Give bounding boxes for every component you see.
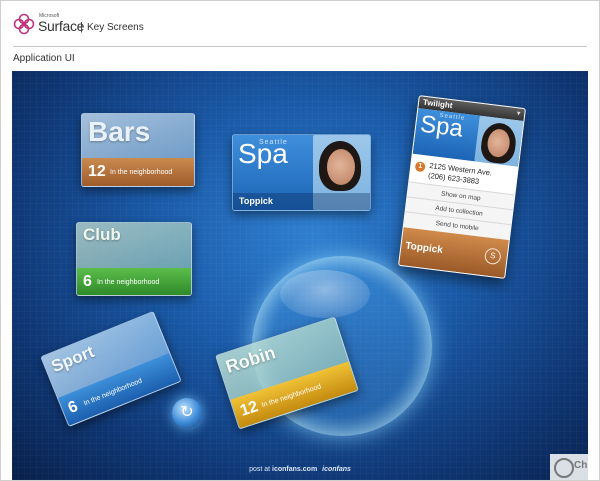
tile-count: 12 (238, 398, 261, 420)
tile-brand: Toppick (239, 196, 273, 206)
tile-spa[interactable]: Spa Seattle Toppick (232, 134, 371, 211)
portrait-photo (474, 115, 524, 167)
window-frame: Microsoft Surface | Key Screens Applicat… (0, 0, 600, 481)
section-label: Application UI (13, 53, 75, 64)
tile-count: 6 (83, 273, 92, 290)
credit-domain: iconfans.com (272, 466, 318, 473)
header-divider (13, 46, 587, 47)
tile-caption: In the neighborhood (260, 383, 323, 410)
brand-separator: | (80, 21, 83, 33)
refresh-icon[interactable]: ↻ (172, 398, 202, 428)
credit-line: post at iconfans.com iconfans (12, 466, 588, 473)
tile-count: 12 (88, 163, 106, 180)
tile-title: Bars (88, 116, 151, 147)
credit-watermark: iconfans (322, 466, 351, 473)
location-pin-icon: 1 (414, 161, 426, 173)
close-icon[interactable]: ▾ (516, 109, 520, 117)
tile-count: 6 (65, 397, 81, 418)
tile-title: Sport (48, 342, 97, 377)
watermark-text: Ch (574, 460, 588, 471)
watermark-circle-icon (554, 458, 574, 478)
surface-stage: Bars 12 In the neighborhood Spa Seattle … (12, 71, 588, 480)
tile-footer: 12 In the neighborhood (82, 158, 194, 186)
tile-caption: In the neighborhood (97, 279, 160, 286)
card-brand: Toppick (404, 240, 444, 257)
page-title: Key Screens (87, 22, 144, 33)
credit-prefix: post at (249, 466, 271, 473)
tile-club[interactable]: Club 6 In the neighborhood (76, 222, 192, 296)
tile-caption: In the neighborhood (82, 377, 144, 408)
tile-title: Club (83, 225, 121, 244)
brand-logo-icon: S (483, 247, 502, 266)
tile-footer: Toppick (233, 193, 370, 210)
brand-name: Surface (38, 18, 85, 34)
surface-logo-icon (13, 13, 35, 35)
header: Microsoft Surface | Key Screens (1, 1, 599, 46)
photo-face (327, 149, 355, 185)
corner-watermark: Ch (550, 454, 588, 480)
tile-footer: 6 In the neighborhood (77, 268, 191, 295)
tile-caption: In the neighborhood (110, 169, 173, 176)
tile-title: Robin (223, 342, 278, 377)
tile-sport[interactable]: Sport 6 In the neighborhood (40, 310, 182, 428)
tile-bars[interactable]: Bars 12 In the neighborhood (81, 113, 195, 187)
venue-detail-card[interactable]: Twilight ▾ Spa Seattle 1 2125 Western Av… (397, 95, 527, 279)
tile-city: Seattle (259, 139, 288, 146)
